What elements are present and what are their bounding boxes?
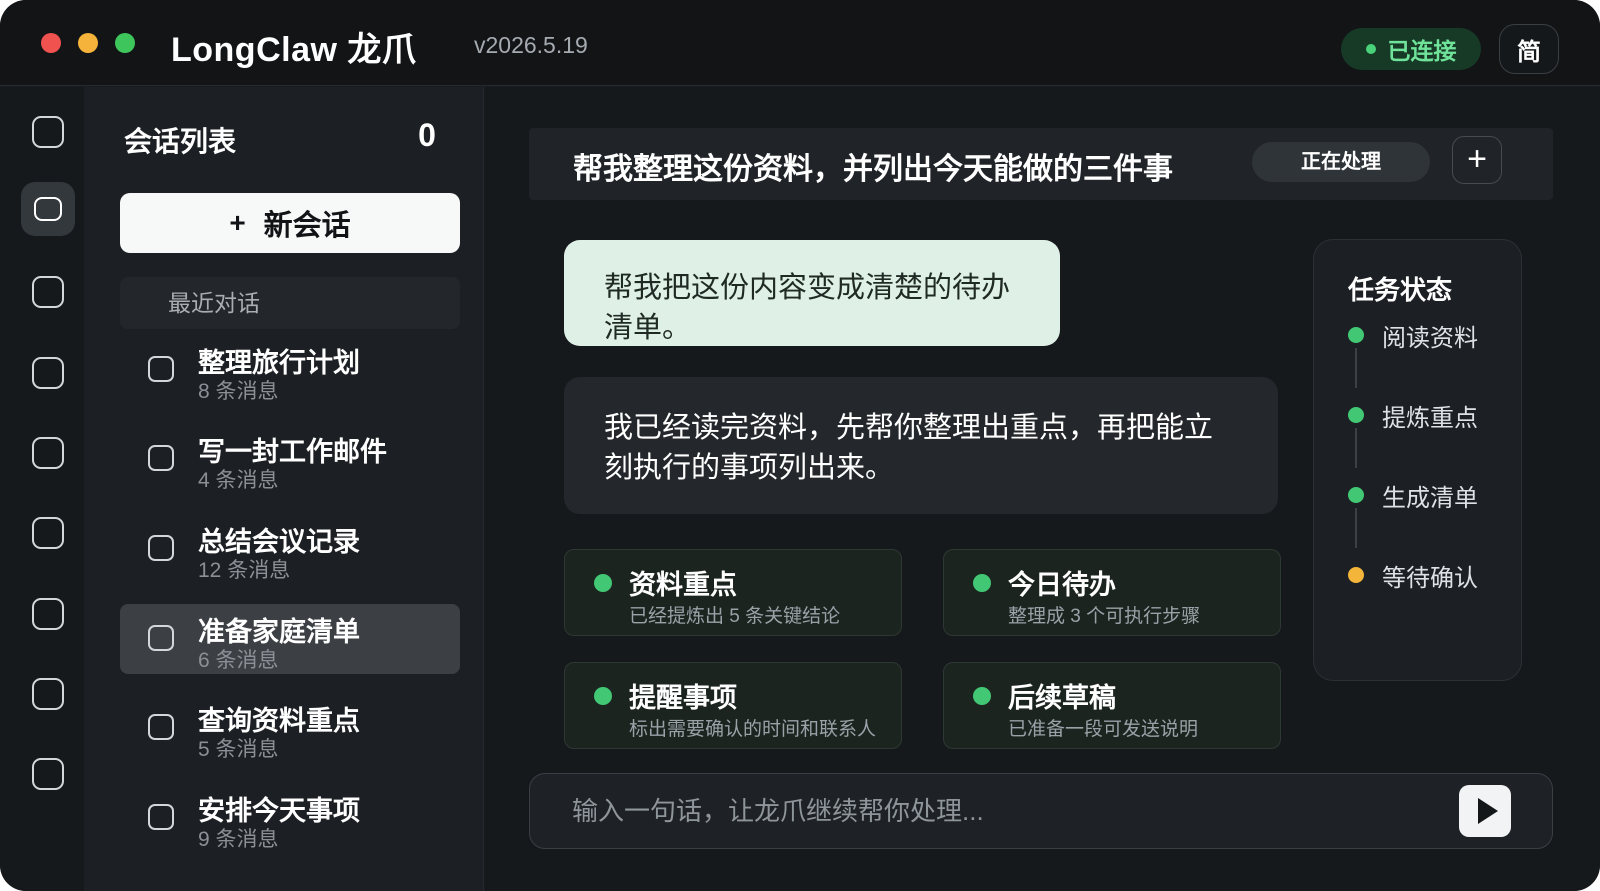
add-button[interactable]: + <box>1452 136 1502 184</box>
assistant-message-bubble: 我已经读完资料，先帮你整理出重点，再把能立刻执行的事项列出来。 <box>564 377 1278 514</box>
result-card-title: 提醒事项 <box>629 683 737 713</box>
task-step-label: 生成清单 <box>1382 485 1478 512</box>
rail-button-7[interactable] <box>21 587 75 641</box>
conversation-message-count: 6 条消息 <box>198 649 279 672</box>
session-count: 0 <box>418 117 436 153</box>
play-icon <box>1477 798 1498 824</box>
processing-status-badge: 正在处理 <box>1252 142 1430 182</box>
conversation-checkbox[interactable] <box>148 445 174 471</box>
session-sidebar: 会话列表 0 + 新会话 最近对话 整理旅行计划 8 条消息 写一封工作邮件 4… <box>84 87 484 891</box>
rail-button-9[interactable] <box>21 747 75 801</box>
app-version: v2026.5.19 <box>474 32 588 58</box>
conversation-checkbox[interactable] <box>148 804 174 830</box>
rail-button-chats[interactable] <box>21 182 75 236</box>
rail-button-1[interactable] <box>21 105 75 159</box>
timeline-connector <box>1355 428 1357 468</box>
conversation-message-count: 4 条消息 <box>198 469 279 492</box>
done-dot-icon <box>1348 487 1364 503</box>
rail-button-6[interactable] <box>21 506 75 560</box>
connection-status-badge: 已连接 <box>1341 28 1481 70</box>
app-title: LongClaw 龙爪 <box>171 31 417 69</box>
conversation-checkbox[interactable] <box>148 714 174 740</box>
square-icon <box>32 517 64 549</box>
done-dot-icon <box>1348 327 1364 343</box>
square-icon <box>32 678 64 710</box>
result-card-title: 后续草稿 <box>1008 683 1116 713</box>
result-card-key-points[interactable]: 资料重点 已经提炼出 5 条关键结论 <box>564 549 902 636</box>
status-dot-icon <box>594 687 612 705</box>
result-card-followup-draft[interactable]: 后续草稿 已准备一段可发送说明 <box>943 662 1281 749</box>
send-button[interactable] <box>1459 785 1511 837</box>
user-message-bubble: 帮我把这份内容变成清楚的待办清单。 <box>564 240 1060 346</box>
conversation-item[interactable]: 总结会议记录 12 条消息 <box>120 514 460 584</box>
status-dot-icon <box>973 574 991 592</box>
task-status-title: 任务状态 <box>1348 275 1453 305</box>
result-card-reminders[interactable]: 提醒事项 标出需要确认的时间和联系人 <box>564 662 902 749</box>
message-input[interactable] <box>572 790 1432 832</box>
result-card-title: 资料重点 <box>629 570 737 600</box>
task-step-label: 阅读资料 <box>1382 325 1478 352</box>
message-composer <box>529 773 1553 849</box>
status-dot-icon <box>1365 44 1376 54</box>
language-toggle-button[interactable]: 简 <box>1499 24 1559 74</box>
maximize-window-button[interactable] <box>115 33 135 53</box>
conversation-title-heading: 帮我整理这份资料，并列出今天能做的三件事 <box>573 153 1173 186</box>
conversation-checkbox[interactable] <box>148 535 174 561</box>
conversation-message-count: 12 条消息 <box>198 559 291 582</box>
square-icon <box>32 758 64 790</box>
conversation-item[interactable]: 查询资料重点 5 条消息 <box>120 693 460 763</box>
rail-button-4[interactable] <box>21 346 75 400</box>
square-icon <box>32 116 64 148</box>
task-status-panel: 任务状态 阅读资料 提炼重点 生成清单 等待确认 <box>1313 239 1522 681</box>
result-card-subtitle: 标出需要确认的时间和联系人 <box>629 719 877 740</box>
conversation-item[interactable]: 写一封工作邮件 4 条消息 <box>120 424 460 494</box>
minimize-window-button[interactable] <box>78 33 98 53</box>
task-step-label: 提炼重点 <box>1382 405 1478 432</box>
plus-icon: + <box>229 207 246 238</box>
status-dot-icon <box>973 687 991 705</box>
pending-dot-icon <box>1348 567 1364 583</box>
conversation-message-count: 8 条消息 <box>198 380 279 403</box>
connection-status-text: 已连接 <box>1387 38 1457 64</box>
timeline-connector <box>1355 508 1357 548</box>
square-icon <box>32 357 64 389</box>
square-icon <box>32 276 64 308</box>
result-card-today-todo[interactable]: 今日待办 整理成 3 个可执行步骤 <box>943 549 1281 636</box>
rail-button-5[interactable] <box>21 426 75 480</box>
new-chat-button[interactable]: + 新会话 <box>120 193 460 253</box>
result-card-subtitle: 整理成 3 个可执行步骤 <box>1008 606 1201 627</box>
conversation-checkbox[interactable] <box>148 356 174 382</box>
new-chat-label: 新会话 <box>263 210 351 242</box>
done-dot-icon <box>1348 407 1364 423</box>
result-card-title: 今日待办 <box>1008 570 1116 600</box>
recent-conversations-label: 最近对话 <box>120 277 460 329</box>
square-icon <box>32 598 64 630</box>
conversation-item[interactable]: 整理旅行计划 8 条消息 <box>120 335 460 405</box>
result-card-subtitle: 已经提炼出 5 条关键结论 <box>629 606 841 627</box>
square-icon <box>32 437 64 469</box>
task-step-label: 等待确认 <box>1382 565 1478 592</box>
conversation-header: 帮我整理这份资料，并列出今天能做的三件事 正在处理 + <box>529 128 1553 200</box>
result-card-subtitle: 已准备一段可发送说明 <box>1008 719 1199 740</box>
chat-icon <box>34 197 62 221</box>
conversation-checkbox[interactable] <box>148 625 174 651</box>
rail-button-8[interactable] <box>21 667 75 721</box>
conversation-message-count: 5 条消息 <box>198 738 279 761</box>
status-dot-icon <box>594 574 612 592</box>
icon-rail <box>0 87 84 891</box>
close-window-button[interactable] <box>41 33 61 53</box>
conversation-message-count: 9 条消息 <box>198 828 279 851</box>
app-window: LongClaw 龙爪 v2026.5.19 已连接 简 会话列表 0 + 新会… <box>0 0 1600 891</box>
conversation-item[interactable]: 安排今天事项 9 条消息 <box>120 783 460 853</box>
rail-button-3[interactable] <box>21 265 75 319</box>
timeline-connector <box>1355 348 1357 388</box>
conversation-item-selected[interactable]: 准备家庭清单 6 条消息 <box>120 604 460 674</box>
chat-main-area: 帮我整理这份资料，并列出今天能做的三件事 正在处理 + 帮我把这份内容变成清楚的… <box>485 87 1600 891</box>
title-bar: LongClaw 龙爪 v2026.5.19 已连接 简 <box>0 0 1600 86</box>
session-list-title: 会话列表 <box>124 126 237 157</box>
